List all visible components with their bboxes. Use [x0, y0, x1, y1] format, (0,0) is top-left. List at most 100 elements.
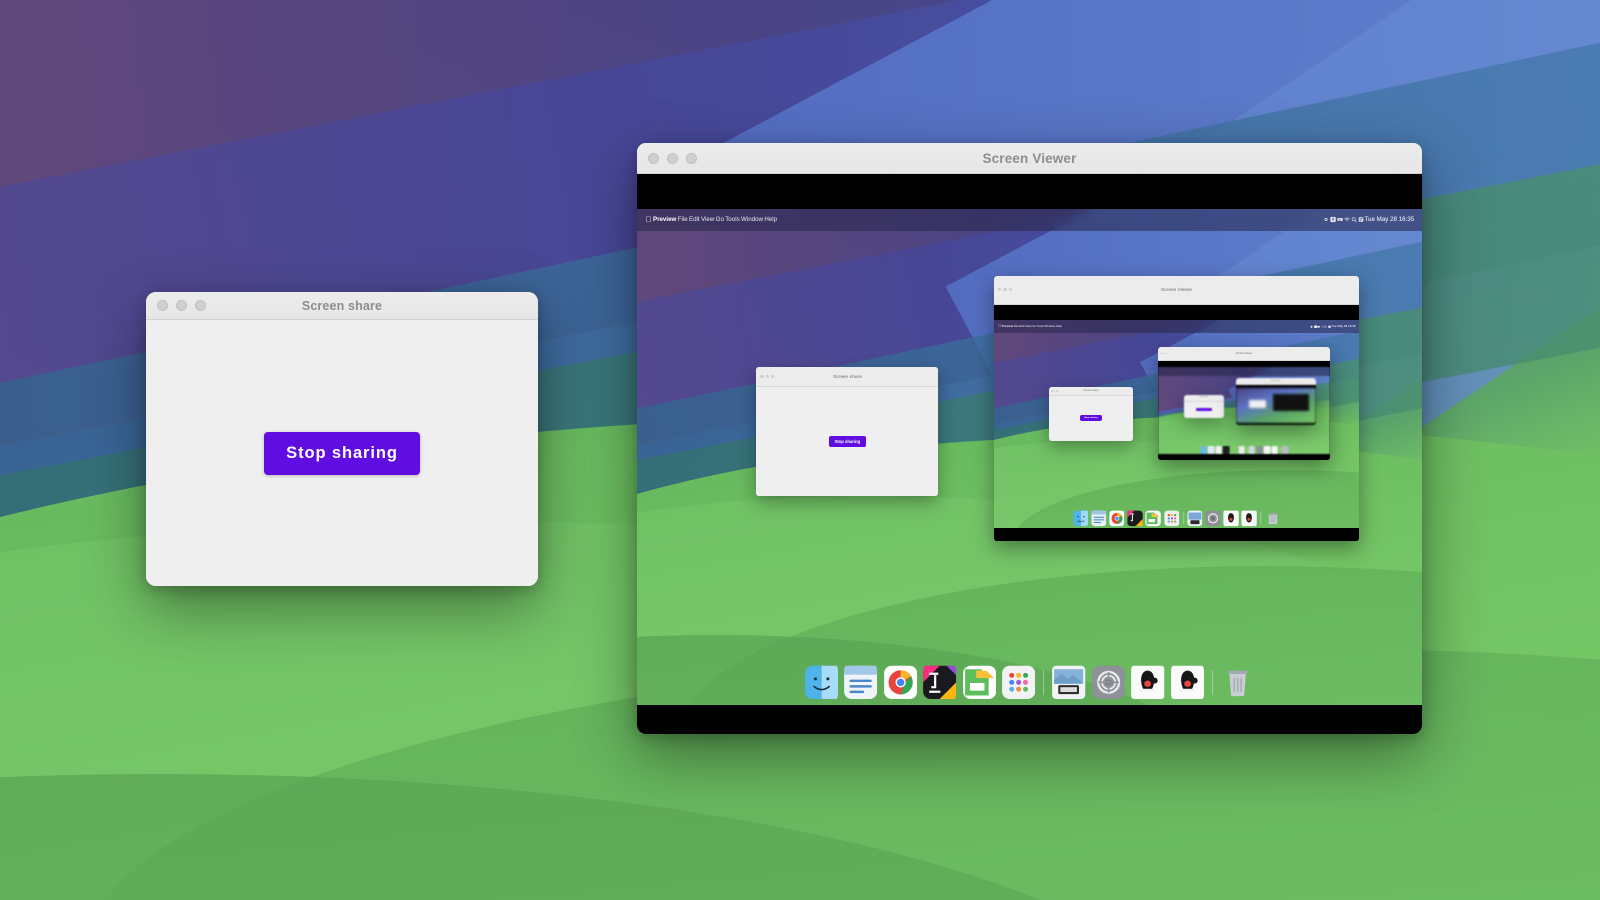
- menu-bar-tray-l2[interactable]: Tue May 28 16:35: [1310, 324, 1359, 329]
- notes-icon[interactable]: [844, 662, 878, 703]
- minimize-button[interactable]: [667, 152, 678, 164]
- nested-screen-share-window-l2[interactable]: Screen share Stop sharing: [1048, 386, 1133, 441]
- trash-icon[interactable]: [1221, 662, 1254, 703]
- trash-icon[interactable]: [1281, 445, 1289, 454]
- nested-remote-screen-l2[interactable]: Screen share Screen Viewer: [1158, 367, 1330, 455]
- accessibility-icon[interactable]: [1329, 216, 1336, 223]
- deep-viewer-window[interactable]: [1272, 393, 1309, 412]
- menu-item-go[interactable]: Go: [1032, 324, 1036, 328]
- remote-dock[interactable]: [799, 662, 1261, 703]
- menu-item-view[interactable]: View: [1025, 324, 1031, 328]
- menu-item-preview[interactable]: Preview: [1002, 324, 1013, 328]
- system-settings-icon[interactable]: [1205, 509, 1221, 528]
- close-button[interactable]: [648, 152, 659, 164]
- remote-menu-bar[interactable]:  Preview File Edit View Go Tools Window…: [637, 208, 1423, 232]
- nested-remote-screen[interactable]:  Preview File Edit View Go Tools Window…: [994, 320, 1360, 529]
- slides-icon[interactable]: [1230, 445, 1238, 454]
- nested-share-titlebar-l2[interactable]: Screen share: [1048, 386, 1133, 396]
- remote-dock-l3[interactable]: [1199, 445, 1290, 454]
- screen-brightness-icon[interactable]: [1323, 216, 1329, 223]
- apple-menu-icon[interactable]: : [998, 324, 1001, 328]
- deep-share-window[interactable]: [1248, 399, 1267, 409]
- menu-item-preview[interactable]: Preview: [653, 216, 676, 223]
- nested-stop-sharing-button[interactable]: Stop sharing: [828, 435, 867, 447]
- intellij-idea-icon[interactable]: [923, 662, 957, 703]
- finder-icon[interactable]: [804, 662, 839, 703]
- menu-item-file[interactable]: File: [678, 216, 688, 223]
- notes-icon[interactable]: [1207, 445, 1215, 454]
- menu-item-file[interactable]: File: [1014, 324, 1019, 328]
- preview-icon[interactable]: [1052, 662, 1086, 703]
- close-button[interactable]: [157, 300, 168, 311]
- remote-menu-bar-l2[interactable]:  Preview File Edit View Go Tools Window…: [994, 320, 1360, 333]
- menu-bar-left-l2[interactable]:  Preview File Edit View Go Tools Window…: [994, 324, 1062, 328]
- system-settings-icon[interactable]: [1256, 445, 1263, 454]
- launchpad-icon[interactable]: [1163, 509, 1180, 528]
- menu-item-help[interactable]: Help: [764, 216, 777, 223]
- menu-item-help[interactable]: Help: [1056, 324, 1062, 328]
- slides-icon[interactable]: [962, 662, 996, 703]
- menu-bar-left[interactable]:  Preview File Edit View Go Tools Window…: [637, 215, 777, 224]
- nested-stop-sharing-button-l3[interactable]: [1195, 408, 1212, 412]
- notes-icon[interactable]: [1090, 509, 1107, 528]
- screen-viewer-titlebar[interactable]: Screen Viewer: [637, 143, 1422, 174]
- menu-item-tools[interactable]: Tools: [725, 216, 739, 223]
- minimize-button[interactable]: [176, 300, 187, 311]
- launchpad-icon[interactable]: [1002, 662, 1036, 703]
- wifi-icon[interactable]: [1343, 216, 1350, 223]
- java-duke-icon-2[interactable]: [1170, 662, 1205, 703]
- remote-dock-l2[interactable]: [1070, 509, 1284, 528]
- finder-icon[interactable]: [1200, 445, 1207, 454]
- intellij-idea-icon[interactable]: [1223, 445, 1230, 454]
- menu-bar-clock[interactable]: Tue May 28 16:35: [1365, 216, 1415, 223]
- nested-viewer-titlebar-l3[interactable]: Screen Viewer: [1235, 378, 1317, 386]
- nested-screen-viewer-window-l2[interactable]: Screen Viewer Screen share Screen Viewer: [1158, 347, 1330, 460]
- preview-icon[interactable]: [1187, 509, 1203, 528]
- search-icon[interactable]: [1351, 216, 1357, 223]
- finder-icon[interactable]: [1072, 509, 1089, 528]
- remote-menu-bar-l3[interactable]: [1158, 367, 1330, 377]
- nested-screen-share-window-l3[interactable]: Screen share: [1184, 394, 1224, 418]
- menu-item-view[interactable]: View: [701, 216, 714, 223]
- screen-share-titlebar[interactable]: Screen share: [146, 292, 538, 320]
- launchpad-icon[interactable]: [1238, 445, 1245, 454]
- stop-sharing-button[interactable]: Stop sharing: [264, 431, 420, 475]
- nested-screen-viewer-window[interactable]: Screen Viewer Preview File Edit View Go …: [994, 275, 1360, 542]
- menu-item-edit[interactable]: Edit: [1019, 324, 1024, 328]
- maximize-button[interactable]: [195, 300, 206, 311]
- java-duke-icon-2[interactable]: [1241, 509, 1258, 528]
- preview-icon[interactable]: [1248, 445, 1256, 454]
- chrome-icon[interactable]: [1215, 445, 1223, 454]
- menu-bar-clock[interactable]: Tue May 28 16:35: [1331, 324, 1355, 328]
- viewer-traffic-lights[interactable]: [637, 152, 697, 164]
- chrome-icon[interactable]: [1109, 509, 1125, 528]
- java-duke-icon[interactable]: [1223, 509, 1239, 528]
- trash-icon[interactable]: [1265, 509, 1281, 528]
- menu-item-tools[interactable]: Tools: [1037, 324, 1044, 328]
- chrome-icon[interactable]: [883, 662, 917, 703]
- menu-item-window[interactable]: Window: [1045, 324, 1056, 328]
- nested-viewer-titlebar-l2[interactable]: Screen Viewer: [1158, 347, 1330, 361]
- menu-item-edit[interactable]: Edit: [689, 216, 700, 223]
- screen-share-window[interactable]: Screen share Stop sharing: [146, 292, 538, 586]
- nested-share-titlebar-l3[interactable]: Screen share: [1184, 394, 1224, 402]
- system-settings-icon[interactable]: [1091, 662, 1126, 703]
- nested-remote-screen-l3[interactable]: [1235, 388, 1317, 424]
- java-duke-icon[interactable]: [1131, 662, 1165, 703]
- nested-share-titlebar[interactable]: Screen share: [756, 366, 939, 388]
- keyboard-input-icon[interactable]: [1336, 216, 1343, 223]
- traffic-lights[interactable]: [146, 300, 206, 311]
- nested-screen-share-window[interactable]: Screen share Stop sharing: [756, 366, 939, 496]
- slides-icon[interactable]: [1145, 509, 1162, 528]
- java-duke-icon-2[interactable]: [1271, 445, 1278, 454]
- control-center-icon[interactable]: [1358, 216, 1364, 223]
- control-center-icon[interactable]: [1328, 325, 1331, 329]
- remote-screen[interactable]:  Preview File Edit View Go Tools Window…: [637, 208, 1423, 705]
- nested-stop-sharing-button-l2[interactable]: Stop sharing: [1080, 415, 1102, 422]
- nested-viewer-titlebar[interactable]: Screen Viewer: [994, 275, 1360, 305]
- maximize-button[interactable]: [686, 152, 697, 164]
- intellij-idea-icon[interactable]: [1127, 509, 1143, 528]
- apple-menu-icon[interactable]: : [646, 215, 652, 224]
- menu-bar-tray[interactable]: Tue May 28 16:35: [1323, 216, 1423, 223]
- java-duke-icon[interactable]: [1263, 445, 1271, 454]
